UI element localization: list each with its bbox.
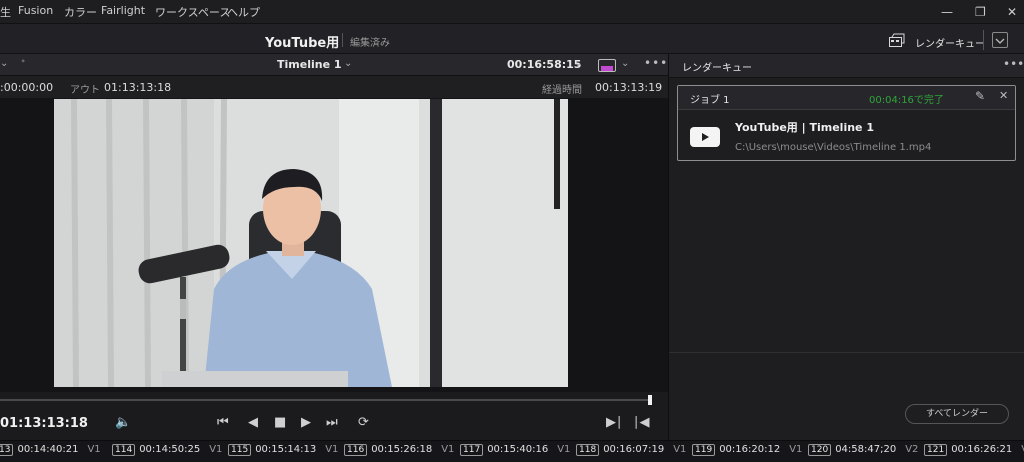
clip-track: V1 (789, 444, 803, 455)
menu-item-workspace[interactable]: ワークスペース (155, 4, 230, 20)
chevron-down-icon[interactable] (992, 32, 1008, 48)
clip-track: V1 (441, 444, 455, 455)
menu-item-fusion[interactable]: Fusion (18, 4, 53, 17)
clip-number: 118 (576, 444, 600, 456)
clip-number: 115 (228, 444, 252, 456)
scrubber-line[interactable] (0, 399, 650, 401)
clip-track: V1 (87, 444, 101, 455)
current-timecode[interactable]: 00:16:58:15 (507, 58, 581, 71)
pencil-icon[interactable]: ✎ (975, 89, 985, 103)
menu-item-edit[interactable]: 生 (0, 4, 11, 20)
header-divider (983, 30, 984, 50)
volume-icon[interactable]: 🔈 (115, 415, 131, 430)
clip-timecode: 04:58:47;20 (835, 444, 897, 455)
clip-timecode: 00:16:20:12 (719, 444, 781, 455)
clip-track: V1 (673, 444, 687, 455)
clip-track: V1 (325, 444, 339, 455)
more-options-icon[interactable]: ••• (1003, 57, 1024, 71)
effects-overlay-icon[interactable] (598, 59, 616, 72)
menu-item-fairlight[interactable]: Fairlight (101, 4, 145, 17)
in-timecode: :00:00:00 (0, 81, 54, 94)
clip-timecode: 00:14:40:21 (17, 444, 79, 455)
last-frame-icon[interactable]: ⏭ (326, 415, 338, 430)
clip-thumbnail[interactable]: 12100:16:26:21V1 (924, 444, 1024, 460)
clip-timecode: 00:16:26:21 (951, 444, 1013, 455)
chevron-down-icon[interactable]: ⌄ (344, 58, 352, 69)
clip-thumbnail[interactable]: 115 00:15:14:13 V1 (228, 444, 338, 460)
render-job-path: C:\Users\mouse\Videos\Timeline 1.mp4 (735, 142, 932, 153)
project-status: 編集済み (350, 38, 390, 49)
clip-timecode: 00:16:07:19 (603, 444, 665, 455)
clip-thumbnail[interactable]: 116 00:15:26:18 V1 (344, 444, 454, 460)
clip-timecode: 00:14:50:25 (139, 444, 201, 455)
close-icon[interactable]: ✕ (999, 89, 1008, 102)
render-job-title: YouTube用 | Timeline 1 (735, 121, 874, 134)
out-label: アウト (70, 85, 100, 96)
menu-item-color[interactable]: カラー (64, 4, 97, 20)
first-frame-icon[interactable]: ⏮ (217, 415, 229, 430)
out-timecode: 01:13:13:18 (104, 81, 172, 94)
menu-item-help[interactable]: ヘルプ (227, 4, 260, 20)
clip-number: 120 (808, 444, 832, 456)
video-frame[interactable] (54, 99, 568, 387)
playhead-handle[interactable] (648, 395, 652, 405)
clip-timecode: 00:15:14:13 (255, 444, 317, 455)
menu-bar (0, 0, 1024, 24)
loop-icon[interactable]: ⟳ (358, 415, 369, 430)
panel-divider (669, 352, 1024, 353)
project-title: YouTube用 (265, 36, 340, 51)
clip-number: 117 (460, 444, 484, 456)
timeline-selector[interactable]: Timeline 1 (277, 58, 342, 71)
playhead-timecode: 01:13:13:18 (0, 416, 88, 431)
chevron-down-icon[interactable]: ⌄ (574, 58, 582, 69)
clip-timecode: 00:15:26:18 (371, 444, 433, 455)
clip-track: V2 (905, 444, 919, 455)
clip-number: 13 (0, 444, 14, 456)
duration-timecode: 00:13:13:19 (595, 81, 663, 94)
clip-number: 119 (692, 444, 716, 456)
stop-icon[interactable]: ■ (274, 415, 286, 430)
render-queue-toggle[interactable]: レンダーキュー (915, 35, 985, 50)
clip-timecode: 00:15:40:16 (487, 444, 549, 455)
more-options-icon[interactable]: ••• (644, 56, 668, 70)
render-job-label: ジョブ 1 (690, 95, 730, 106)
mark-out-icon[interactable]: ∣◀ (633, 415, 650, 430)
clip-thumbnail[interactable]: 114 00:14:50:25 V1 (112, 444, 222, 460)
title-bar (0, 24, 1024, 54)
clip-number: 114 (112, 444, 136, 456)
clip-track: V1 (209, 444, 223, 455)
dot-icon: ∙ (20, 56, 27, 67)
clip-thumbnail[interactable]: 118 00:16:07:19 V1 (576, 444, 686, 460)
clip-thumbnail[interactable]: 120 04:58:47;20 V2 (808, 444, 918, 460)
clip-thumbnail[interactable]: 119 00:16:20:12 V1 (692, 444, 802, 460)
minimize-icon[interactable]: — (941, 5, 953, 19)
render-queue-icon[interactable] (889, 33, 905, 47)
restore-icon[interactable]: ❐ (975, 5, 986, 19)
play-icon[interactable]: ▶ (301, 415, 311, 430)
youtube-icon (690, 127, 720, 147)
render-queue-title: レンダーキュー (682, 63, 752, 74)
title-divider (342, 33, 343, 47)
chevron-down-icon[interactable]: ⌄ (621, 58, 629, 69)
clip-number: 116 (344, 444, 368, 456)
render-job-status: 00:04:16で完了 (869, 95, 944, 106)
clip-thumbnail[interactable]: 13 00:14:40:21 V1 (0, 444, 101, 460)
render-all-button[interactable]: すべてレンダー (905, 404, 1009, 424)
mark-in-icon[interactable]: ▶∣ (606, 415, 623, 430)
chevron-down-icon[interactable]: ⌄ (0, 58, 8, 69)
close-icon[interactable]: ✕ (1007, 5, 1017, 19)
duration-label: 経過時間 (542, 85, 582, 96)
clip-track: V1 (557, 444, 571, 455)
reverse-icon[interactable]: ◀ (248, 415, 258, 430)
clip-number: 121 (924, 444, 948, 456)
clip-thumbnail[interactable]: 117 00:15:40:16 V1 (460, 444, 570, 460)
